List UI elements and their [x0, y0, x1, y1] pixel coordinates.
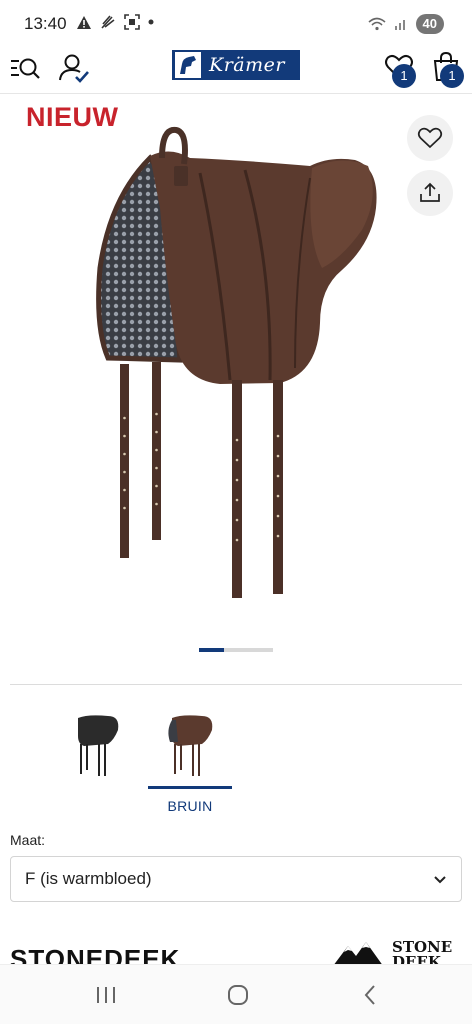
chevron-down-icon	[434, 876, 446, 884]
color-variant-brown[interactable]: BRUIN	[148, 700, 232, 820]
back-button[interactable]	[350, 979, 390, 1011]
wifi-icon	[368, 17, 386, 31]
wishlist-count-badge: 1	[392, 64, 416, 88]
status-time: 13:40	[24, 14, 67, 33]
saddle-pad-image	[96, 126, 377, 598]
share-icon	[420, 182, 440, 202]
heart-outline-icon	[417, 127, 443, 149]
status-icons-left	[76, 14, 154, 30]
carousel-indicator-active	[199, 648, 224, 652]
saddle-pad-brown-thumbnail	[168, 715, 213, 776]
menu-search-icon[interactable]	[10, 52, 42, 84]
variant-label-brown: BRUIN	[167, 798, 213, 814]
size-label: Maat:	[10, 832, 46, 848]
battery-indicator: 40	[415, 14, 444, 34]
logo-text: Krämer	[209, 54, 285, 76]
cart-count-badge: 1	[440, 64, 464, 88]
signal-icon	[394, 20, 405, 30]
account-check-icon[interactable]	[58, 52, 90, 84]
selected-variant-underline	[148, 786, 232, 789]
color-variant-black[interactable]	[54, 700, 138, 820]
home-button[interactable]	[218, 979, 258, 1011]
scan-icon	[124, 14, 140, 30]
size-select[interactable]: F (is warmbloed)	[10, 856, 462, 902]
dot-icon	[148, 19, 154, 25]
brand-logo[interactable]: Krämer	[172, 50, 300, 80]
section-divider	[10, 684, 462, 685]
recent-apps-button[interactable]	[86, 979, 126, 1011]
favorite-button[interactable]	[407, 115, 453, 161]
warning-icon	[77, 15, 91, 29]
feather-icon	[101, 15, 115, 29]
recent-apps-icon	[97, 987, 115, 1003]
status-icons-right: 40	[368, 14, 444, 34]
image-carousel-indicator[interactable]	[199, 648, 273, 652]
horse-logo-icon	[175, 52, 201, 78]
saddle-pad-black-thumbnail	[78, 715, 119, 776]
size-select-value: F (is warmbloed)	[25, 869, 152, 888]
share-button[interactable]	[407, 170, 453, 216]
status-bar: 13:40 40	[0, 0, 472, 46]
site-header: Krämer 1 1	[0, 46, 472, 94]
system-nav-bar	[0, 964, 472, 1024]
back-icon	[364, 985, 375, 1005]
home-icon	[228, 985, 248, 1005]
